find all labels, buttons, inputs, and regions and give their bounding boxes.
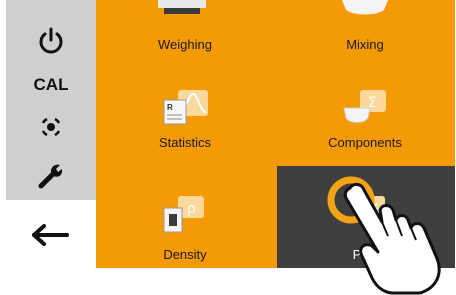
tile-label: Statistics [158,135,211,150]
tile-percent-weighing[interactable]: % Pe... [277,166,455,268]
components-icon: Σ [343,90,386,123]
power-button[interactable] [6,18,96,64]
svg-text:ρ: ρ [187,201,196,217]
touch-highlight-ring [327,176,375,224]
tile-components[interactable]: Σ Components [276,80,454,156]
back-button[interactable] [6,212,96,258]
weighing-icon [158,0,206,14]
power-icon [39,27,63,54]
tile-mixing[interactable]: Mixing [276,0,454,58]
cal-label: CAL [33,75,69,94]
cal-button[interactable]: CAL [6,62,96,108]
wrench-icon [38,164,63,189]
svg-text:R: R [167,103,173,112]
application-grid: Weighing Mixing R Statistics Σ Component… [96,0,455,268]
tile-label: Pe... [352,247,380,262]
settings-button[interactable] [6,152,96,198]
tile-label: Density [163,247,207,262]
back-arrow-icon [32,224,69,246]
tile-label: Mixing [346,37,384,52]
tile-statistics[interactable]: R Statistics [96,80,274,156]
mixing-icon [342,0,388,15]
target-icon [41,117,61,137]
tile-label: Components [328,135,402,150]
tile-density[interactable]: ρ Density [96,166,274,268]
density-icon: ρ [163,196,204,233]
bottom-strip [96,268,455,295]
tile-weighing[interactable]: Weighing [96,0,274,58]
tile-label: Weighing [158,37,212,52]
target-button[interactable] [6,104,96,150]
statistics-icon: R [163,90,208,125]
sidebar: CAL [0,0,96,295]
